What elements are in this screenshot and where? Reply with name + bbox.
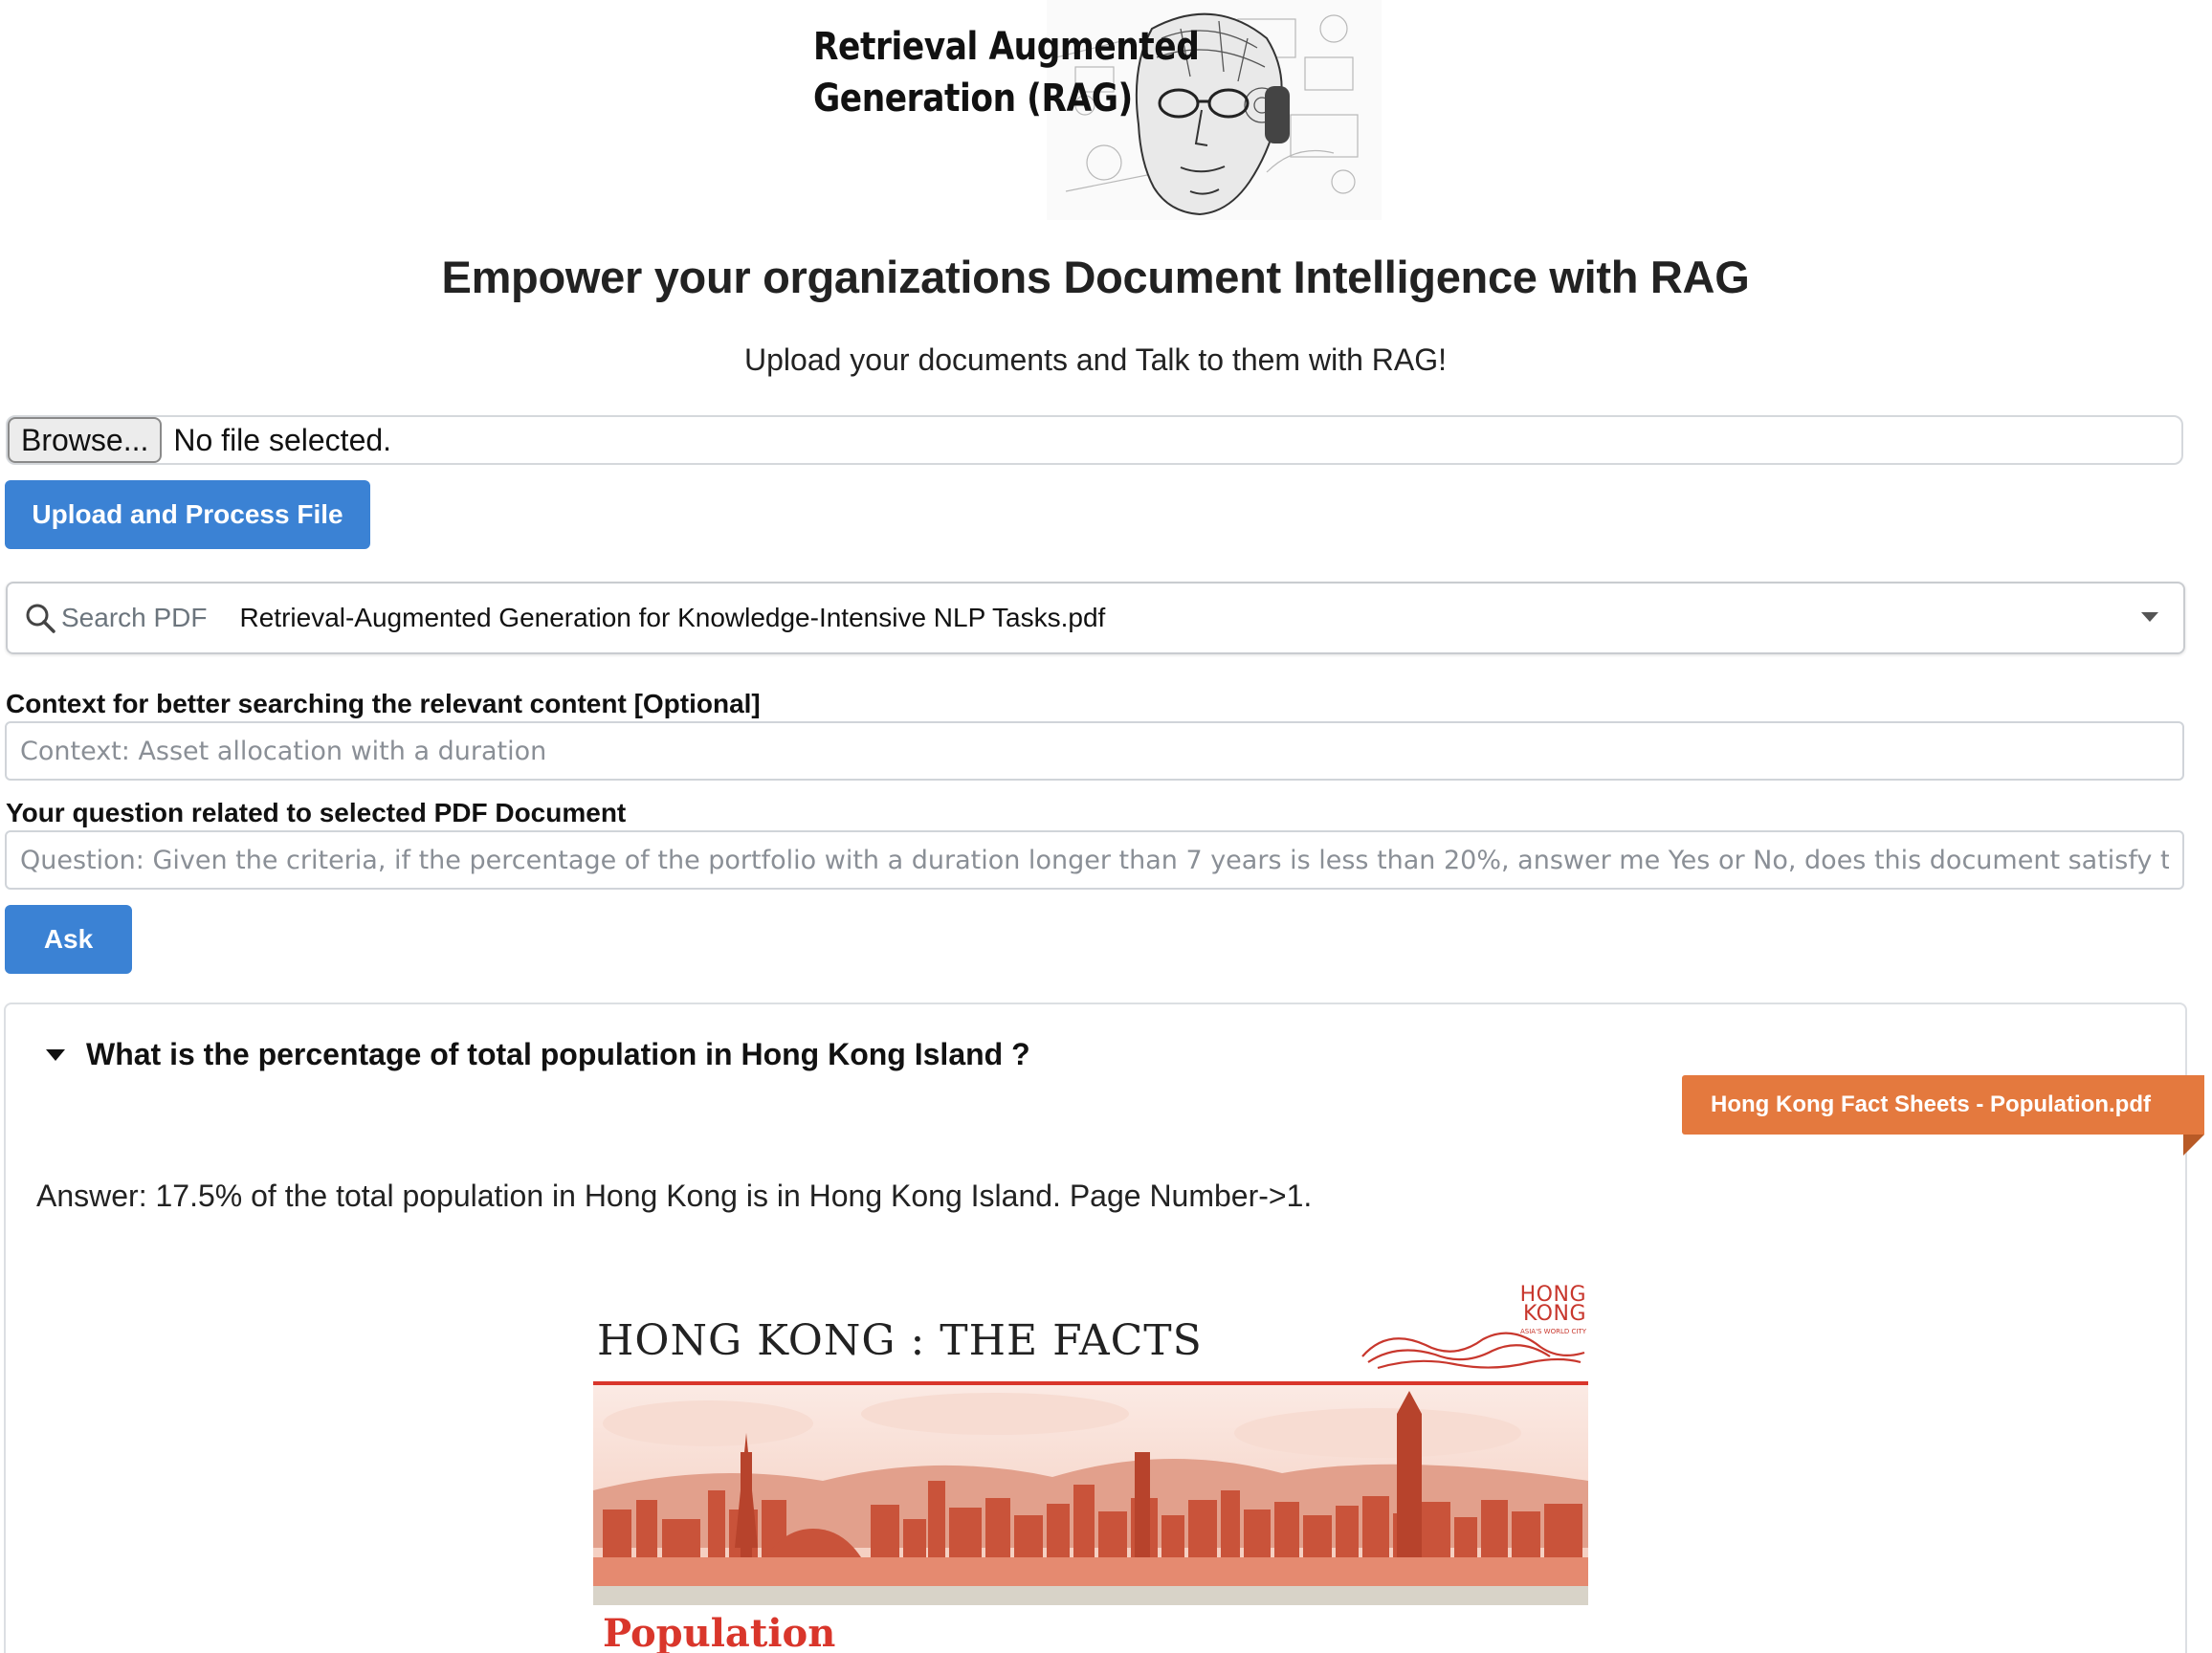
preview-title: HONG KONG : THE FACTS	[597, 1316, 1203, 1365]
answer-text: Answer: 17.5% of the total population in…	[36, 1179, 1313, 1213]
question-label: Your question related to selected PDF Do…	[6, 798, 627, 827]
pdf-select[interactable]: Search PDF Retrieval-Augmented Generatio…	[6, 582, 2185, 654]
result-card: What is the percentage of total populati…	[4, 1003, 2204, 1653]
dragon-icon	[1361, 1332, 1585, 1370]
page-title: Empower your organizations Document Inte…	[441, 252, 1750, 302]
browse-button[interactable]: Browse...	[8, 417, 163, 463]
rag-logo: Retrieval Augmented Generation (RAG)	[807, 0, 1382, 220]
pdf-search-placeholder: Search PDF	[61, 603, 208, 632]
hong-kong-brand-logo: HONG KONG ASIA'S WORLD CITY	[1359, 1282, 1588, 1378]
question-input[interactable]	[5, 830, 2184, 890]
chevron-down-icon[interactable]	[2141, 612, 2158, 622]
pdf-selected-value: Retrieval-Augmented Generation for Knowl…	[239, 603, 1106, 632]
ask-button[interactable]: Ask	[5, 905, 132, 974]
upload-process-button[interactable]: Upload and Process File	[5, 480, 370, 549]
rag-app-page: Retrieval Augmented Generation (RAG) Emp…	[0, 0, 2212, 1653]
result-question: What is the percentage of total populati…	[86, 1037, 1030, 1071]
logo-title: Retrieval Augmented Generation (RAG)	[813, 21, 1200, 124]
file-input[interactable]: Browse... No file selected.	[6, 415, 2183, 465]
ribbon-fold	[2183, 1135, 2204, 1156]
pdf-page-preview: HONG KONG : THE FACTS HONG KONG ASIA'S W…	[593, 1282, 1588, 1653]
context-label: Context for better searching the relevan…	[6, 689, 761, 718]
context-input[interactable]	[5, 721, 2184, 781]
logo-title-line1: Retrieval Augmented	[813, 25, 1200, 69]
logo-title-line2: Generation (RAG)	[813, 77, 1133, 121]
source-ribbon: Hong Kong Fact Sheets - Population.pdf	[1682, 1075, 2204, 1135]
page-subtitle: Upload your documents and Talk to them w…	[744, 342, 1447, 377]
result-summary-toggle[interactable]: What is the percentage of total populati…	[46, 1037, 1030, 1072]
hong-kong-skyline-image	[593, 1385, 1588, 1605]
search-icon	[26, 604, 55, 633]
preview-section-title: Population	[603, 1611, 836, 1653]
file-status-text: No file selected.	[173, 422, 392, 457]
triangle-down-icon	[46, 1048, 65, 1061]
